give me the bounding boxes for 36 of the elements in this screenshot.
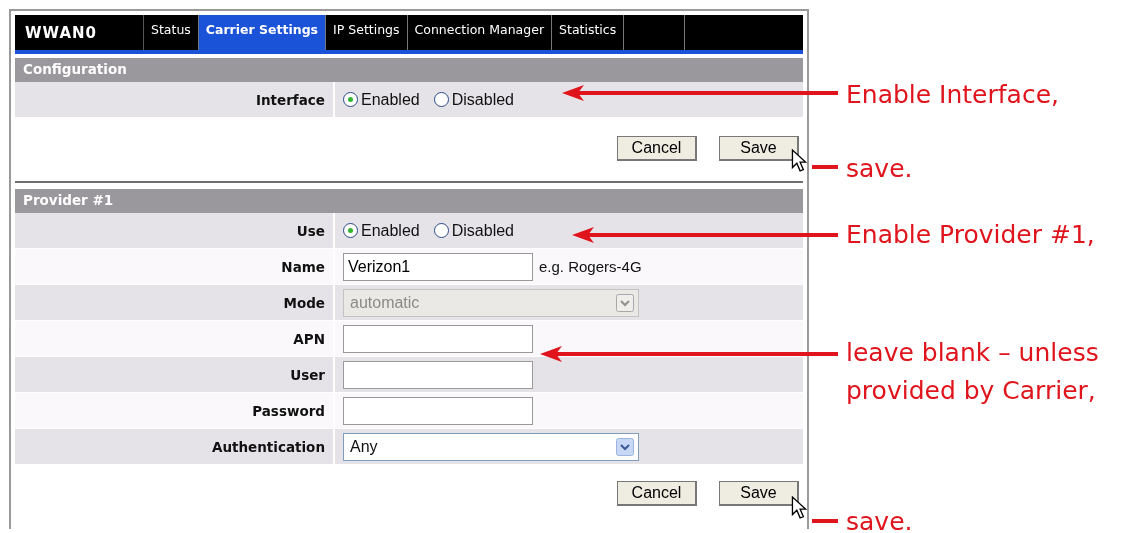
radio-label: Enabled [361, 221, 420, 240]
field-label: APN [293, 330, 325, 347]
text-field[interactable] [343, 324, 533, 353]
field-label: Authentication [211, 438, 325, 455]
annotation-text: save. [846, 153, 913, 185]
annotation-text: Enable Provider #1, [846, 219, 1095, 251]
dropdown[interactable]: Any [343, 432, 639, 461]
annotation-text: Enable Interface, [846, 79, 1059, 111]
field-label: Use [296, 222, 325, 239]
radio-button[interactable] [433, 92, 449, 107]
hint-text: e.g. Rogers-4G [539, 258, 642, 275]
text-field[interactable] [343, 396, 533, 425]
caret-icon [616, 293, 634, 312]
annotation-text: leave blank – unless provided by Carrier, [846, 337, 1099, 407]
text-field[interactable]: Verizon1 [343, 252, 533, 281]
section-title: Provider #1 [23, 192, 114, 208]
caret-icon [616, 437, 634, 456]
form-button[interactable]: Cancel [617, 136, 697, 161]
field-label: User [290, 366, 325, 383]
section-title: Configuration [23, 61, 127, 77]
radio-label: Disabled [451, 90, 514, 109]
field-label: Mode [283, 294, 325, 311]
annotation-text: save. [846, 506, 913, 533]
text-field[interactable] [343, 360, 533, 389]
form-button[interactable]: Save [719, 136, 799, 161]
field-label: Interface [255, 91, 325, 108]
radio-button[interactable] [343, 92, 358, 107]
radio-label: Disabled [451, 221, 514, 240]
radio-button[interactable] [433, 223, 449, 238]
field-label: Name [281, 258, 325, 275]
field-label: Password [252, 402, 325, 419]
tab[interactable]: Carrier Settings [198, 15, 327, 50]
form-button[interactable]: Cancel [617, 481, 697, 506]
radio-button[interactable] [343, 223, 358, 238]
radio-label: Enabled [361, 90, 420, 109]
form-button[interactable]: Save [719, 481, 799, 506]
